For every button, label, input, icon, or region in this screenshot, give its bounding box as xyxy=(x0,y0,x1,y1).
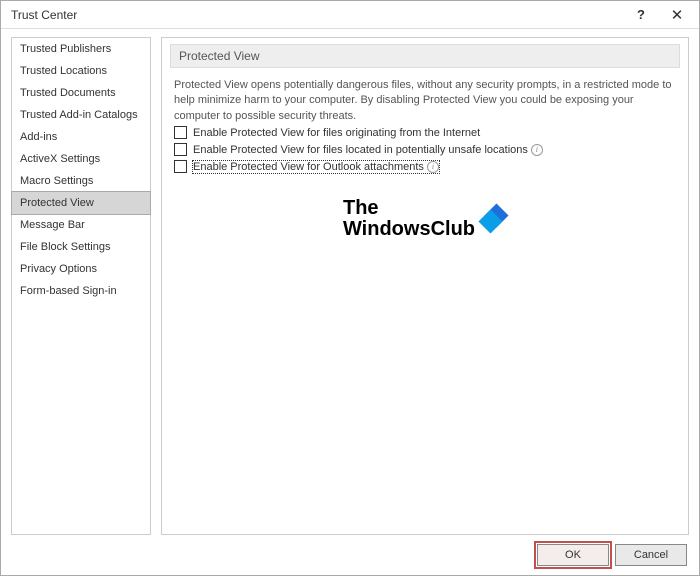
watermark-text: The WindowsClub xyxy=(343,198,475,240)
window-title: Trust Center xyxy=(11,8,623,22)
sidebar-item-trusted-documents[interactable]: Trusted Documents xyxy=(12,82,150,104)
sidebar-item-file-block-settings[interactable]: File Block Settings xyxy=(12,236,150,258)
section-description: Protected View opens potentially dangero… xyxy=(170,74,680,124)
dialog-body: Trusted Publishers Trusted Locations Tru… xyxy=(1,29,699,535)
cancel-button[interactable]: Cancel xyxy=(615,544,687,566)
checkbox-group: Enable Protected View for files originat… xyxy=(170,124,680,175)
watermark: The WindowsClub xyxy=(343,198,507,240)
sidebar-item-trusted-addin-catalogs[interactable]: Trusted Add-in Catalogs xyxy=(12,104,150,126)
checkbox-row-internet: Enable Protected View for files originat… xyxy=(174,124,676,141)
section-title: Protected View xyxy=(170,44,680,68)
main-panel: Protected View Protected View opens pote… xyxy=(161,37,689,535)
info-icon[interactable]: i xyxy=(427,161,439,173)
dialog-footer: OK Cancel xyxy=(1,535,699,575)
close-button[interactable]: ✕ xyxy=(659,2,695,28)
checkbox-internet[interactable] xyxy=(174,126,187,139)
checkbox-row-unsafe-locations: Enable Protected View for files located … xyxy=(174,141,676,158)
checkbox-label: Enable Protected View for files originat… xyxy=(193,127,480,139)
checkbox-row-outlook-attachments: Enable Protected View for Outlook attach… xyxy=(174,158,676,175)
checkbox-text: Enable Protected View for files located … xyxy=(193,144,528,156)
help-button[interactable]: ? xyxy=(623,2,659,28)
ok-button[interactable]: OK xyxy=(537,544,609,566)
sidebar-item-message-bar[interactable]: Message Bar xyxy=(12,214,150,236)
sidebar-item-privacy-options[interactable]: Privacy Options xyxy=(12,258,150,280)
sidebar-item-protected-view[interactable]: Protected View xyxy=(11,191,151,215)
watermark-line1: The xyxy=(343,198,475,219)
sidebar: Trusted Publishers Trusted Locations Tru… xyxy=(11,37,151,535)
checkbox-text: Enable Protected View for files originat… xyxy=(193,127,480,139)
close-icon: ✕ xyxy=(671,6,684,24)
sidebar-item-trusted-publishers[interactable]: Trusted Publishers xyxy=(12,38,150,60)
sidebar-item-activex-settings[interactable]: ActiveX Settings xyxy=(12,148,150,170)
checkbox-label: Enable Protected View for Outlook attach… xyxy=(193,161,439,173)
sidebar-item-trusted-locations[interactable]: Trusted Locations xyxy=(12,60,150,82)
sidebar-item-macro-settings[interactable]: Macro Settings xyxy=(12,170,150,192)
sidebar-item-form-based-sign-in[interactable]: Form-based Sign-in xyxy=(12,280,150,302)
watermark-line2: WindowsClub xyxy=(343,219,475,240)
checkbox-unsafe-locations[interactable] xyxy=(174,143,187,156)
checkbox-label: Enable Protected View for files located … xyxy=(193,144,543,156)
info-icon[interactable]: i xyxy=(531,144,543,156)
trust-center-dialog: Trust Center ? ✕ Trusted Publishers Trus… xyxy=(0,0,700,576)
watermark-logo-icon xyxy=(479,205,507,233)
checkbox-text: Enable Protected View for Outlook attach… xyxy=(193,161,424,173)
checkbox-outlook-attachments[interactable] xyxy=(174,160,187,173)
sidebar-item-add-ins[interactable]: Add-ins xyxy=(12,126,150,148)
titlebar: Trust Center ? ✕ xyxy=(1,1,699,29)
